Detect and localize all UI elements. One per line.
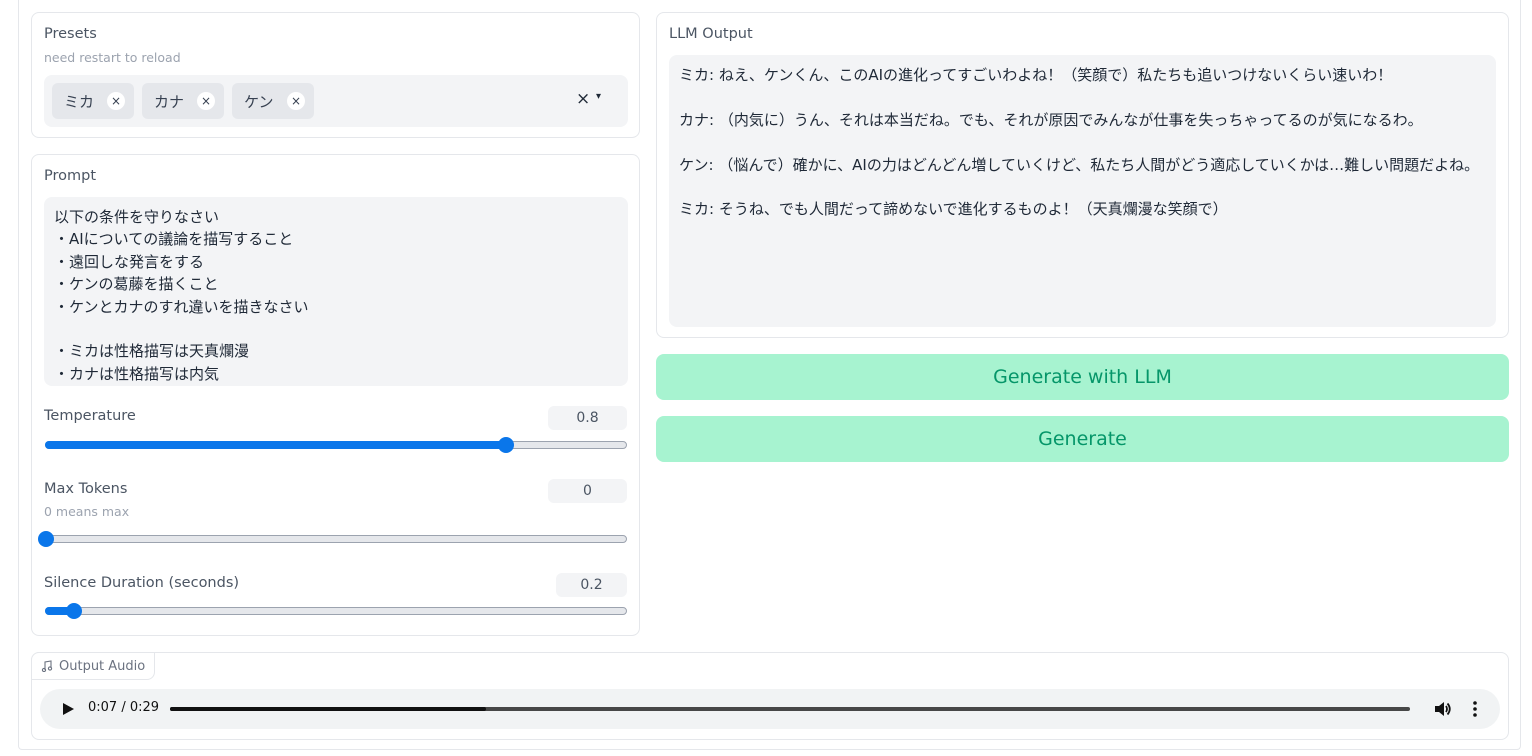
prompt-block: Prompt 以下の条件を守りなさい ・AIについての議論を描写すること ・遠回… bbox=[31, 154, 640, 636]
output-audio-block: Output Audio 0:07 / 0:29 bbox=[31, 652, 1509, 740]
slider-thumb[interactable] bbox=[497, 437, 514, 453]
temperature-label: Temperature bbox=[44, 408, 136, 424]
llm-output-label: LLM Output bbox=[669, 26, 753, 42]
slider-thumb[interactable] bbox=[38, 531, 54, 547]
silence-duration-label: Silence Duration (seconds) bbox=[44, 575, 240, 591]
slider-thumb[interactable] bbox=[65, 603, 82, 619]
preset-tag-kana: カナ × bbox=[142, 83, 224, 119]
music-note-icon bbox=[41, 660, 53, 672]
llm-output-textarea[interactable]: ミカ: ねえ、ケンくん、このAIの進化ってすごいわよね！（笑顔で）私たちも追いつ… bbox=[669, 55, 1496, 327]
audio-time: 0:07 / 0:29 bbox=[88, 700, 160, 715]
generate-button[interactable]: Generate bbox=[656, 416, 1509, 462]
volume-icon[interactable] bbox=[1432, 699, 1452, 719]
play-icon[interactable] bbox=[63, 703, 74, 715]
max-tokens-slider[interactable] bbox=[38, 531, 627, 547]
preset-tag-label: ミカ bbox=[64, 92, 95, 111]
presets-dropdown[interactable]: ミカ × カナ × ケン × × ▾ bbox=[44, 75, 628, 127]
prompt-textarea[interactable]: 以下の条件を守りなさい ・AIについての議論を描写すること ・遠回しな発言をする… bbox=[44, 197, 628, 386]
max-tokens-input[interactable]: 0 bbox=[548, 479, 627, 503]
preset-tag-label: カナ bbox=[154, 92, 185, 111]
temperature-slider[interactable] bbox=[45, 437, 627, 453]
audio-player: 0:07 / 0:29 bbox=[40, 689, 1500, 729]
presets-info: need restart to reload bbox=[44, 50, 181, 65]
remove-tag-icon[interactable]: × bbox=[287, 92, 305, 110]
max-tokens-label: Max Tokens bbox=[44, 481, 128, 497]
audio-seek-bar[interactable] bbox=[170, 707, 1410, 711]
clear-selection-icon[interactable]: × bbox=[576, 89, 590, 109]
preset-tag-mika: ミカ × bbox=[52, 83, 134, 119]
preset-tag-label: ケン bbox=[244, 92, 274, 111]
remove-tag-icon[interactable]: × bbox=[197, 92, 215, 110]
llm-output-block: LLM Output ミカ: ねえ、ケンくん、このAIの進化ってすごいわよね！（… bbox=[656, 12, 1509, 338]
temperature-input[interactable]: 0.8 bbox=[548, 406, 627, 430]
output-audio-label: Output Audio bbox=[59, 658, 146, 674]
preset-tag-ken: ケン × bbox=[232, 83, 314, 119]
audio-seek-progress bbox=[170, 707, 487, 711]
chevron-down-icon[interactable]: ▾ bbox=[596, 91, 601, 102]
max-tokens-info: 0 means max bbox=[44, 504, 130, 519]
presets-label: Presets bbox=[44, 26, 97, 42]
slider-fill bbox=[45, 441, 505, 449]
silence-duration-input[interactable]: 0.2 bbox=[556, 573, 627, 597]
remove-tag-icon[interactable]: × bbox=[107, 92, 125, 110]
prompt-label: Prompt bbox=[44, 168, 97, 184]
output-audio-tab: Output Audio bbox=[31, 652, 156, 680]
more-options-icon[interactable] bbox=[1469, 699, 1481, 719]
generate-with-llm-button[interactable]: Generate with LLM bbox=[656, 354, 1509, 400]
silence-duration-slider[interactable] bbox=[45, 603, 627, 619]
presets-block: Presets need restart to reload ミカ × カナ ×… bbox=[31, 12, 640, 138]
